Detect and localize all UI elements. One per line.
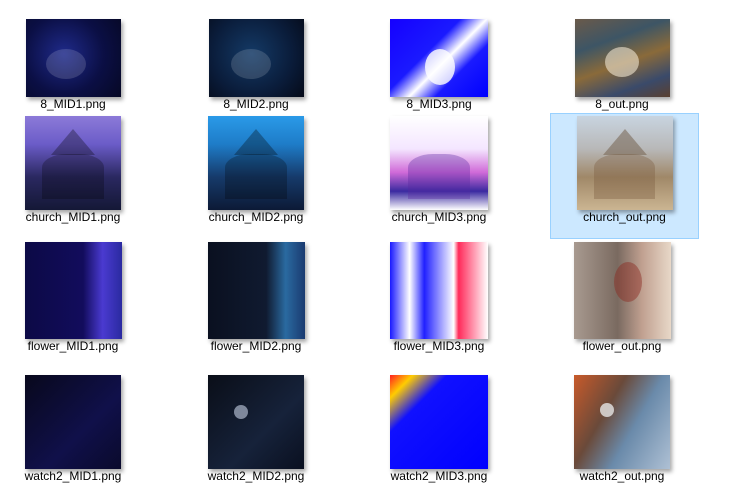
image-thumbnail (208, 19, 304, 97)
file-tile[interactable]: watch2_MID1.png (0, 372, 146, 498)
image-thumbnail (24, 242, 122, 339)
thumbnail-container (379, 242, 499, 339)
thumbnail-container (562, 5, 682, 97)
file-tile[interactable]: 8_MID2.png (183, 0, 329, 126)
file-tile[interactable]: watch2_out.png (549, 372, 695, 498)
file-name-label: 8_out.png (595, 97, 649, 111)
file-tile[interactable]: flower_MID2.png (183, 242, 329, 368)
file-tile[interactable]: 8_out.png (549, 0, 695, 126)
file-name-label: watch2_MID3.png (390, 469, 488, 483)
file-name-label: 8_MID3.png (406, 97, 472, 111)
thumbnail-container (379, 116, 499, 210)
thumbnail-container (562, 375, 682, 469)
image-thumbnail (25, 116, 121, 210)
file-tile[interactable]: watch2_MID3.png (366, 372, 512, 498)
file-tile[interactable]: flower_MID3.png (366, 242, 512, 368)
file-name-label: flower_out.png (582, 339, 662, 353)
thumbnail-container (13, 242, 133, 339)
image-thumbnail (208, 375, 304, 469)
file-icon-grid: 8_MID1.png 8_MID2.png 8_MID3.png 8_out.p… (0, 0, 731, 494)
image-thumbnail (390, 242, 488, 339)
image-thumbnail (207, 242, 305, 339)
thumbnail-container (13, 5, 133, 97)
thumbnail-container (196, 375, 316, 469)
thumbnail-container (379, 5, 499, 97)
image-thumbnail (390, 375, 488, 469)
file-tile[interactable]: church_MID2.png (183, 113, 329, 239)
file-name-label: watch2_MID1.png (24, 469, 122, 483)
file-tile[interactable]: 8_MID1.png (0, 0, 146, 126)
file-tile-selected[interactable]: church_out.png (550, 113, 699, 239)
thumbnail-container (196, 242, 316, 339)
file-name-label: watch2_out.png (579, 469, 665, 483)
file-tile[interactable]: 8_MID3.png (366, 0, 512, 126)
thumbnail-container (13, 375, 133, 469)
file-name-label: flower_MID2.png (210, 339, 302, 353)
file-tile[interactable]: watch2_MID2.png (183, 372, 329, 498)
file-name-label: watch2_MID2.png (207, 469, 305, 483)
image-thumbnail (25, 19, 121, 97)
file-name-label: church_MID1.png (25, 210, 121, 224)
file-name-label: flower_MID3.png (393, 339, 485, 353)
image-thumbnail (390, 116, 488, 210)
file-name-label: church_MID2.png (208, 210, 304, 224)
image-thumbnail (25, 375, 121, 469)
file-name-label: church_out.png (583, 210, 666, 224)
thumbnail-container (196, 116, 316, 210)
image-thumbnail (574, 375, 670, 469)
file-tile[interactable]: church_MID1.png (0, 113, 146, 239)
file-tile[interactable]: flower_MID1.png (0, 242, 146, 368)
image-thumbnail (390, 19, 488, 97)
image-thumbnail (574, 19, 670, 97)
file-name-label: 8_MID1.png (40, 97, 106, 111)
thumbnail-container (196, 5, 316, 97)
file-tile[interactable]: church_MID3.png (366, 113, 512, 239)
file-name-label: flower_MID1.png (27, 339, 119, 353)
thumbnail-container (562, 242, 682, 339)
thumbnail-container (379, 375, 499, 469)
image-thumbnail (573, 242, 671, 339)
file-name-label: 8_MID2.png (223, 97, 289, 111)
thumbnail-container (565, 116, 685, 210)
image-thumbnail (576, 116, 673, 210)
file-name-label: church_MID3.png (391, 210, 487, 224)
file-tile[interactable]: flower_out.png (549, 242, 695, 368)
thumbnail-container (13, 116, 133, 210)
image-thumbnail (208, 116, 304, 210)
